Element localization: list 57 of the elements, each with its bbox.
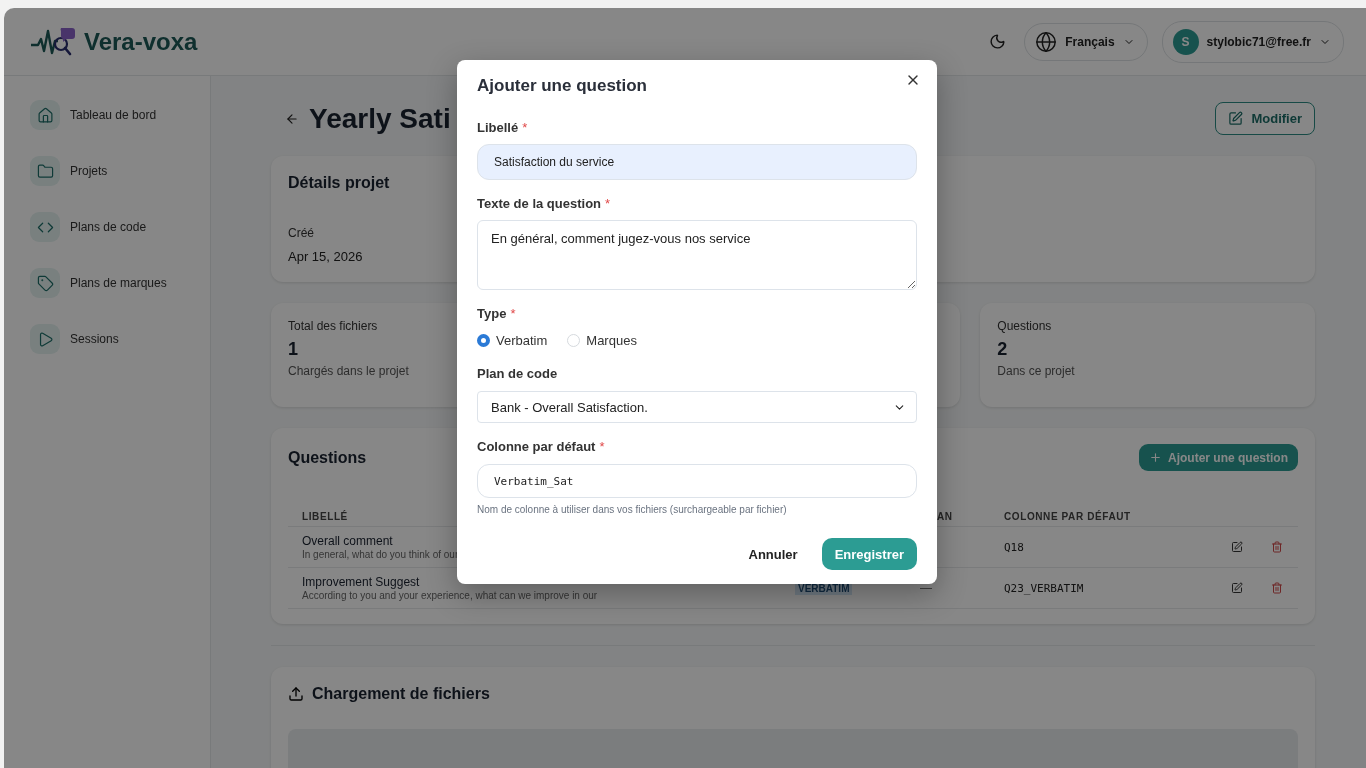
- upload-icon: [288, 686, 304, 702]
- sidebar-item[interactable]: Sessions: [70, 332, 119, 346]
- sidebar-item[interactable]: Projets: [70, 164, 108, 178]
- stat-note: Dans ce projet: [997, 364, 1075, 378]
- question-text-area[interactable]: En général, comment jugez-vous nos service: [477, 220, 917, 290]
- user-avatar: S: [1172, 28, 1199, 55]
- question-label: Overall comment: [302, 534, 393, 548]
- table-cell-text: Q18: [1004, 540, 1025, 554]
- radio-label[interactable]: Verbatim: [496, 333, 548, 348]
- code-icon[interactable]: [30, 212, 60, 242]
- user-menu[interactable]: S stylobic71@free.fr: [1161, 20, 1344, 63]
- globe-icon: [1035, 30, 1058, 53]
- column-header: COLONNE PAR DÉFAUT: [1004, 511, 1132, 522]
- home-icon[interactable]: [30, 100, 60, 130]
- language-selector[interactable]: Français: [1024, 22, 1148, 61]
- radio-label[interactable]: Marques: [586, 333, 637, 348]
- stat-label: Total des fichiers: [288, 319, 378, 333]
- sidebar-item[interactable]: Plans de code: [70, 220, 147, 234]
- stat-value: 1: [288, 339, 298, 360]
- field-label: Libellé *: [477, 120, 529, 135]
- table-cell-text: Q23_VERBATIM: [1004, 581, 1085, 595]
- folder-icon[interactable]: [30, 156, 60, 186]
- tag-icon[interactable]: [30, 268, 60, 298]
- field-label: Plan de code: [477, 366, 559, 381]
- column-header: AN: [936, 511, 954, 522]
- sidebar-item[interactable]: Plans de marques: [70, 276, 167, 290]
- field-value: Apr 15, 2026: [288, 249, 363, 264]
- field-label: Texte de la question *: [477, 196, 612, 211]
- plus-icon: [1149, 451, 1162, 464]
- cancel-button[interactable]: Annuler: [734, 538, 812, 570]
- input-field[interactable]: Verbatim_Sat: [477, 464, 917, 498]
- input-field[interactable]: Satisfaction du service: [477, 144, 917, 180]
- question-text: In general, what do you think of our: [302, 549, 459, 560]
- radio-button[interactable]: [477, 334, 490, 347]
- card-title: Chargement de fichiers: [312, 685, 490, 703]
- edit-button[interactable]: Modifier: [1215, 102, 1315, 135]
- field-label: Créé: [288, 226, 314, 240]
- sidebar-item[interactable]: Tableau de bord: [70, 108, 157, 122]
- dialog-title: Ajouter une question: [477, 76, 647, 96]
- question-text: According to you and your experience, what can we improve in our: [302, 590, 598, 601]
- stat-label: Questions: [997, 319, 1052, 333]
- card-title: Détails projet: [288, 174, 390, 192]
- field-label: Colonne par défaut *: [477, 439, 606, 454]
- save-button[interactable]: Enregistrer: [821, 538, 917, 570]
- card-title: Questions: [288, 448, 367, 467]
- brand-name: Vera-voxa: [84, 27, 198, 56]
- page-title: Yearly Sati: [309, 102, 451, 135]
- edit-icon: [1228, 111, 1244, 126]
- stat-note: Chargés dans le projet: [288, 364, 409, 378]
- code-plan-select[interactable]: Bank - Overall Satisfaction.: [477, 391, 917, 423]
- field-label: Type *: [477, 306, 517, 321]
- question-label: Improvement Suggest: [302, 575, 420, 589]
- table-cell-text: —: [920, 581, 933, 595]
- stat-value: 2: [997, 339, 1008, 360]
- field-hint: Nom de colonne à utiliser dans vos fichiers (surchargeable par fichier): [477, 504, 787, 515]
- back-arrow-icon[interactable]: [285, 111, 299, 126]
- play-icon[interactable]: [30, 324, 60, 354]
